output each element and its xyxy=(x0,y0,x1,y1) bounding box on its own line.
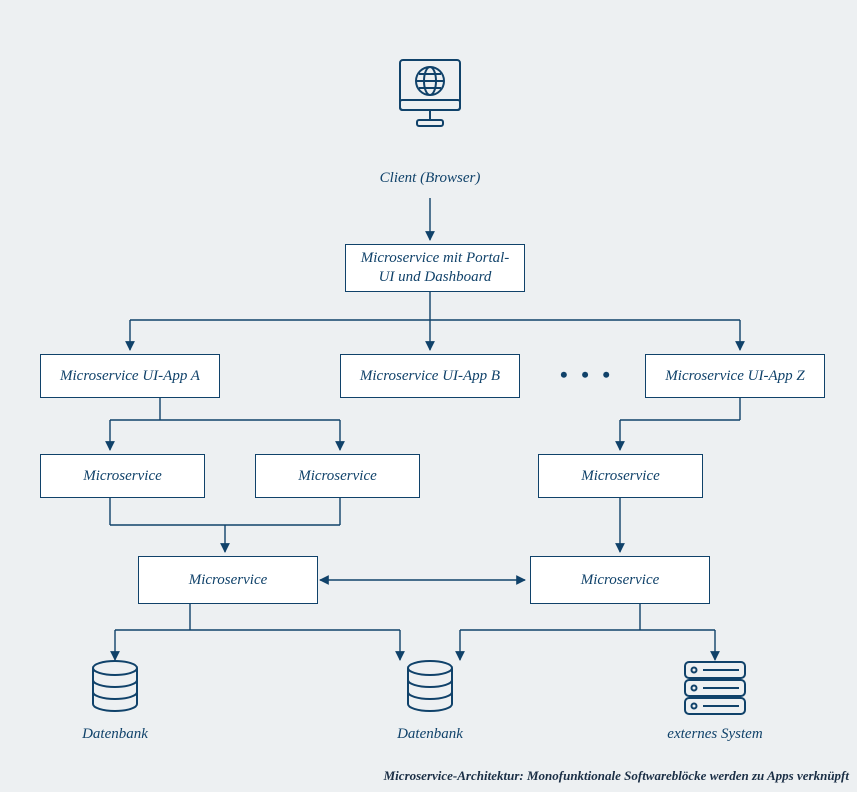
ms-a1-text: Microservice xyxy=(83,467,162,486)
external-system-label: externes System xyxy=(650,726,780,743)
ms-c: Microservice xyxy=(538,454,703,498)
ms-c-text: Microservice xyxy=(581,467,660,486)
portal-box: Microservice mit Portal- UI und Dashboar… xyxy=(345,244,525,292)
database-center-icon xyxy=(405,660,455,721)
ui-app-z: Microservice UI-App Z xyxy=(645,354,825,398)
database-left-icon xyxy=(90,660,140,721)
client-browser-icon xyxy=(395,55,465,150)
ellipsis: • • • xyxy=(560,362,614,388)
ui-app-b: Microservice UI-App B xyxy=(340,354,520,398)
ms-a1: Microservice xyxy=(40,454,205,498)
client-label: Client (Browser) xyxy=(340,170,520,187)
ms-right: Microservice xyxy=(530,556,710,604)
ms-left-text: Microservice xyxy=(189,571,268,590)
database-center-label: Datenbank xyxy=(365,726,495,743)
database-left-label: Datenbank xyxy=(50,726,180,743)
ms-right-text: Microservice xyxy=(581,571,660,590)
caption: Microservice-Architektur: Monofunktional… xyxy=(384,768,849,784)
ui-app-b-text: Microservice UI-App B xyxy=(360,367,500,386)
external-system-icon xyxy=(683,660,747,721)
ui-app-a: Microservice UI-App A xyxy=(40,354,220,398)
ms-left: Microservice xyxy=(138,556,318,604)
ui-app-a-text: Microservice UI-App A xyxy=(60,367,200,386)
diagram-canvas: Client (Browser) Microservice mit Portal… xyxy=(0,0,857,792)
ms-a2-text: Microservice xyxy=(298,467,377,486)
ms-a2: Microservice xyxy=(255,454,420,498)
ui-app-z-text: Microservice UI-App Z xyxy=(665,367,804,386)
portal-text: Microservice mit Portal- UI und Dashboar… xyxy=(361,249,510,287)
